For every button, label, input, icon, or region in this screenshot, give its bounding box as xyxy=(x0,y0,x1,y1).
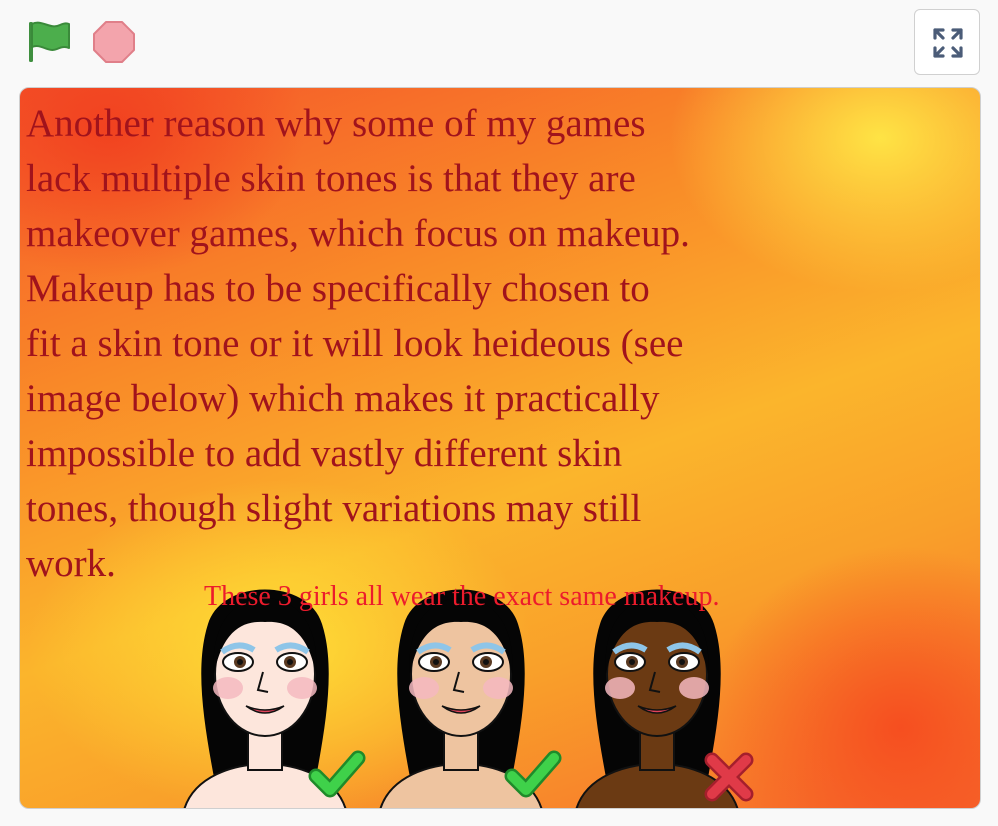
stage[interactable]: Another reason why some of my games lack… xyxy=(19,87,981,809)
makeup-caption: These 3 girls all wear the exact same ma… xyxy=(204,581,720,612)
checkmark-icon xyxy=(308,750,366,798)
cross-icon xyxy=(704,752,754,802)
green-flag-icon xyxy=(29,21,70,62)
player-toolbar xyxy=(0,0,998,86)
fullscreen-icon xyxy=(933,28,963,58)
stop-sign-icon xyxy=(93,21,135,63)
checkmark-icon xyxy=(504,750,562,798)
stop-button[interactable] xyxy=(92,20,136,64)
stage-text: Another reason why some of my games lack… xyxy=(26,102,690,585)
green-flag-button[interactable] xyxy=(24,18,74,66)
fullscreen-button[interactable] xyxy=(914,9,980,75)
